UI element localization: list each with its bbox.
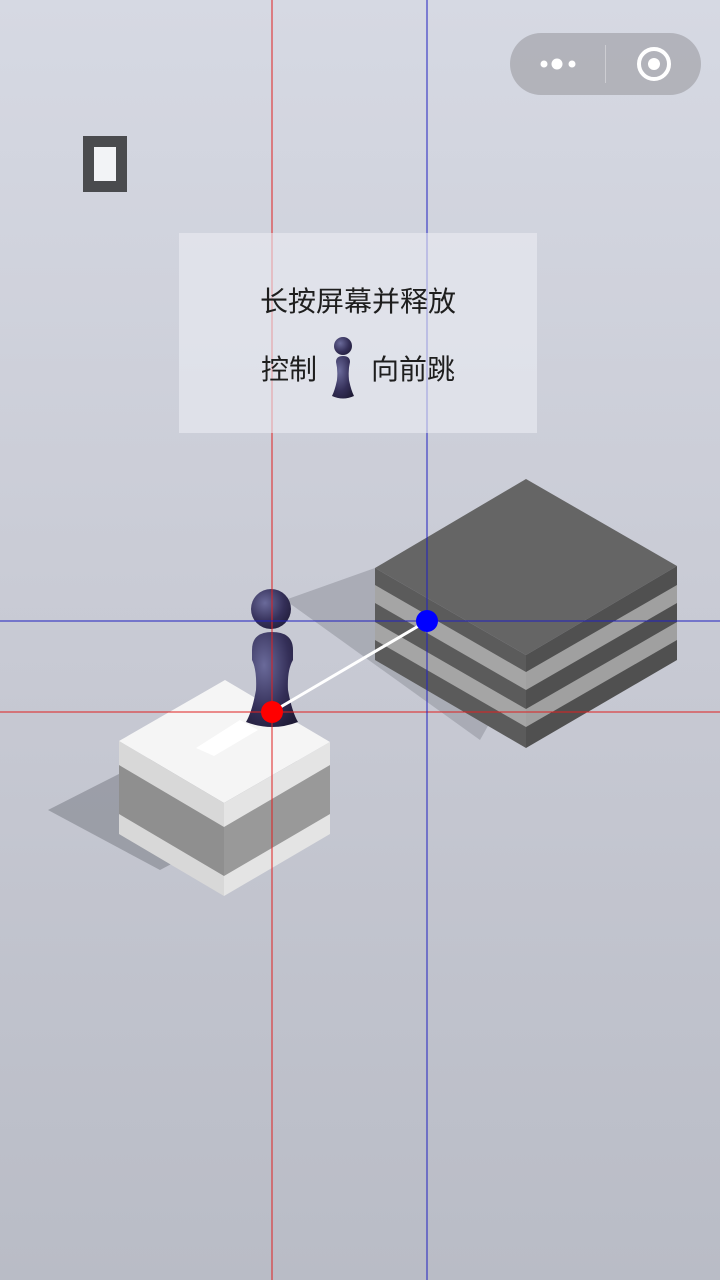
game-scene[interactable]: [0, 0, 720, 1280]
instruction-prefix: 控制: [260, 353, 317, 386]
instruction-line-1: 长按屏幕并释放: [259, 285, 456, 318]
instruction-line-2: 控制 向前跳: [179, 333, 537, 403]
target-marker: [416, 610, 438, 632]
instruction-panel: 长按屏幕并释放 控制 向前跳: [179, 233, 537, 433]
chess-piece-icon: [332, 337, 354, 399]
instruction-suffix: 向前跳: [371, 353, 456, 386]
start-marker: [261, 701, 283, 723]
